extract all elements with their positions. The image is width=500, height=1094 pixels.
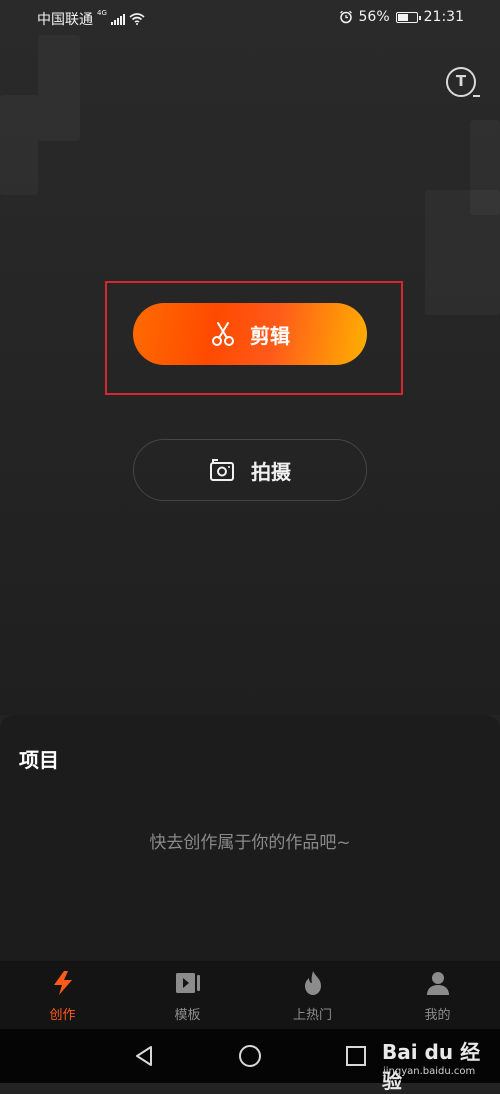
tab-profile[interactable]: 我的: [375, 961, 500, 1029]
video-template-icon: [175, 973, 200, 993]
camera-icon: [210, 459, 234, 481]
tab-label: 我的: [424, 1008, 451, 1023]
edit-button[interactable]: 剪辑: [133, 303, 367, 365]
status-bar: 中国联通 4G 56% 21:31: [0, 0, 500, 36]
battery-icon: [395, 11, 421, 23]
flame-icon: [304, 971, 321, 995]
tab-label: 上热门: [292, 1008, 332, 1023]
projects-title: 项目: [19, 748, 59, 772]
wifi-icon: [129, 13, 145, 25]
carrier-name: 中国联通: [37, 12, 93, 28]
signal-icon: [110, 13, 125, 25]
lightning-icon: [53, 971, 72, 995]
watermark-site: jingyan.baidu.com: [383, 1066, 476, 1077]
watermark-brand: Bai du 经验: [382, 1040, 481, 1093]
tab-create[interactable]: 创作: [0, 961, 125, 1029]
shoot-label: 拍摄: [251, 459, 291, 484]
edit-label: 剪辑: [250, 323, 290, 348]
back-icon[interactable]: [133, 1045, 155, 1067]
tab-trending[interactable]: 上热门: [250, 961, 375, 1029]
tab-label: 创作: [49, 1008, 76, 1023]
decor-block: [0, 95, 38, 195]
network-type: 4G: [97, 9, 107, 17]
shoot-button[interactable]: 拍摄: [133, 439, 367, 501]
scissors-icon: [212, 322, 234, 346]
home-icon[interactable]: [238, 1045, 262, 1069]
tab-templates[interactable]: 模板: [125, 961, 250, 1029]
baidu-jingyan-watermark: Bai du 经验 jingyan.baidu.com: [382, 1030, 500, 1093]
alarm-icon: [339, 10, 352, 24]
battery-percent: 56%: [358, 9, 390, 25]
text-tool-icon: T: [455, 72, 467, 90]
recents-icon[interactable]: [345, 1045, 367, 1067]
tab-label: 模板: [174, 1008, 201, 1023]
clock: 21:31: [423, 9, 464, 25]
decor-block: [425, 190, 500, 315]
projects-empty-text: 快去创作属于你的作品吧~: [149, 833, 351, 853]
person-icon: [426, 972, 449, 995]
projects-panel: 项目 快去创作属于你的作品吧~: [0, 715, 500, 961]
bottom-tab-bar: 创作 模板 上热门 我的: [0, 961, 500, 1029]
text-tool-button[interactable]: T: [446, 67, 480, 97]
decor-block: [38, 35, 80, 141]
